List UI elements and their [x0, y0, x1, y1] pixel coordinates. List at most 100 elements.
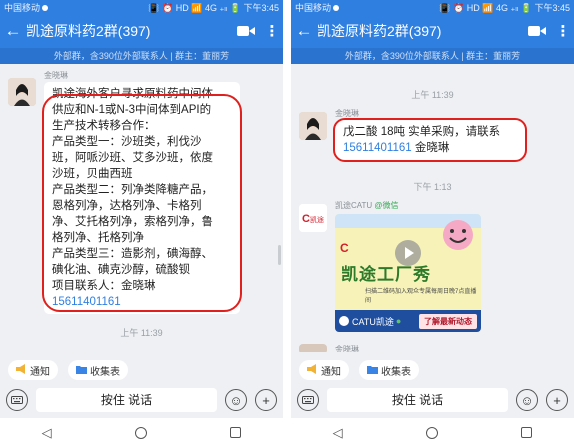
message-line: 产品类型三：造影剂，碘海醇、	[52, 248, 213, 260]
status-bar: 中国移动 📳 ⏰ HD 📶 4G ₊ₗₗ 🔋 下午3:45	[0, 0, 283, 14]
svg-text:C: C	[302, 213, 310, 225]
left-screenshot: 中国移动 📳 ⏰ HD 📶 4G ₊ₗₗ 🔋 下午3:45 ← 凯途原料药2群(…	[0, 0, 283, 447]
quick-actions: 通知 收集表	[0, 358, 283, 382]
message-bubble[interactable]: 戊二酸 18吨 实单采购，请联系 15611401161 金晓琳	[335, 120, 525, 160]
verified-icon: ●	[395, 316, 402, 326]
svg-text:C: C	[340, 241, 349, 255]
channel-icon	[339, 316, 349, 326]
catu-sender: 凯途CATU	[335, 201, 373, 210]
timestamp: 上午 11:39	[120, 328, 163, 338]
card-banner: 凯途工厂秀	[341, 265, 431, 284]
catu-mini-logo-icon: C	[340, 241, 349, 255]
megaphone-icon	[16, 363, 27, 377]
sender-name: 金晓琳	[44, 71, 68, 80]
plus-icon[interactable]: +	[255, 389, 277, 411]
message-bubble[interactable]: 凯途海外客户寻求原料药中间体 供应和N-1或N-3中间体到API的 生产技术转移…	[44, 82, 240, 314]
notification-dot-icon	[333, 5, 340, 12]
right-screenshot: 中国移动 📳 ⏰ HD 📶 4G ₊ₗₗ 🔋 下午3:45 ← 凯途原料药2群(…	[291, 0, 574, 447]
clock: 下午3:45	[243, 2, 279, 13]
card-subtext: 扫描二维码加入观众专属每周日晚7点直播间	[365, 289, 477, 304]
input-bar: 按住 说话 ☺ +	[0, 386, 283, 414]
notice-label: 通知	[30, 366, 50, 378]
input-bar: 按住 说话 ☺ +	[291, 386, 574, 414]
timestamp: 上午 11:39	[411, 90, 454, 100]
recent-apps-icon[interactable]	[230, 427, 242, 438]
app-header: ← 凯途原料药2群(397) ⋮	[291, 14, 574, 48]
timestamp: 下午 1:13	[413, 182, 452, 192]
group-subtitle: 外部群，含390位外部联系人 | 群主：董丽芳	[0, 48, 283, 64]
sender-name: 金晓琳	[335, 109, 359, 118]
message-line: 项目联系人：金晓琳	[52, 280, 156, 292]
message-line: 生产技术转移合作：	[52, 120, 156, 132]
smiley-icon	[443, 220, 473, 250]
video-call-icon[interactable]	[231, 25, 261, 37]
avatar[interactable]	[8, 78, 36, 106]
message-line: 沙班，贝曲西班	[52, 168, 133, 180]
carrier-label: 中国移动	[295, 2, 332, 13]
sender-name: 凯途CATU @微信	[335, 200, 399, 211]
group-title: 凯途原料药2群(397)	[317, 23, 442, 39]
form-label: 收集表	[90, 366, 120, 378]
card-footer: CATU凯途 ● 了解最新动态	[335, 310, 481, 332]
megaphone-icon	[307, 363, 318, 377]
recent-apps-icon[interactable]	[521, 427, 533, 438]
card-thumbnail: C 凯途工厂秀 扫描二维码加入观众专属每周日晚7点直播间	[335, 214, 481, 310]
notice-label: 通知	[321, 366, 341, 378]
message-line: 供应和N-1或N-3中间体到API的	[52, 104, 212, 116]
back-nav-icon[interactable]: ◁	[333, 425, 343, 441]
notification-dot-icon	[42, 5, 49, 12]
status-icons: 📳 ⏰ HD 📶 4G ₊ₗₗ 🔋	[439, 2, 532, 13]
folder-icon	[367, 364, 378, 377]
message-line: 净、艾托格列净，索格列净，鲁	[52, 216, 213, 228]
emoji-icon[interactable]: ☺	[225, 389, 247, 411]
group-subtitle: 外部群，含390位外部联系人 | 群主：董丽芳	[291, 48, 574, 64]
back-arrow-icon[interactable]: ←	[0, 21, 26, 41]
hold-to-talk-button[interactable]: 按住 说话	[36, 388, 217, 412]
message-suffix: 金晓琳	[411, 142, 450, 154]
home-nav-icon[interactable]	[425, 426, 438, 439]
form-chip[interactable]: 收集表	[359, 360, 419, 380]
system-nav-bar: ◁	[291, 418, 574, 447]
clock: 下午3:45	[534, 2, 570, 13]
back-nav-icon[interactable]: ◁	[42, 425, 52, 441]
message-line: 班，阿哌沙班、艾多沙班，依度	[52, 152, 213, 164]
message-line: 戊二酸 18吨 实单采购，请联系	[343, 126, 501, 138]
video-link-card[interactable]: C 凯途工厂秀 扫描二维码加入观众专属每周日晚7点直播间 CATU凯途 ● 了解…	[335, 214, 481, 332]
keyboard-icon[interactable]	[297, 389, 319, 411]
quick-actions: 通知 收集表	[291, 358, 574, 382]
card-channel: CATU凯途	[352, 316, 394, 327]
svg-text:凯途: 凯途	[310, 215, 324, 224]
phone-link[interactable]: 15611401161	[343, 142, 412, 154]
back-arrow-icon[interactable]: ←	[291, 21, 317, 41]
form-label: 收集表	[381, 366, 411, 378]
divider	[283, 0, 291, 447]
avatar[interactable]	[299, 344, 327, 352]
group-title: 凯途原料药2群(397)	[26, 23, 151, 39]
more-options-icon[interactable]: ⋮	[552, 22, 574, 40]
emoji-icon[interactable]: ☺	[516, 389, 538, 411]
folder-icon	[76, 364, 87, 377]
learn-more-button[interactable]: 了解最新动态	[419, 313, 477, 329]
hold-to-talk-button[interactable]: 按住 说话	[327, 388, 508, 412]
message-line: 格列净、托格列净	[52, 232, 144, 244]
wechat-source: @微信	[374, 201, 399, 210]
status-bar: 中国移动 📳 ⏰ HD 📶 4G ₊ₗₗ 🔋 下午3:45	[291, 0, 574, 14]
keyboard-icon[interactable]	[6, 389, 28, 411]
form-chip[interactable]: 收集表	[68, 360, 128, 380]
carrier-label: 中国移动	[4, 2, 41, 13]
avatar[interactable]	[299, 112, 327, 140]
status-icons: 📳 ⏰ HD 📶 4G ₊ₗₗ 🔋	[148, 2, 241, 13]
scroll-indicator[interactable]	[278, 245, 281, 265]
chat-area[interactable]: 上午 11:39 金晓琳 戊二酸 18吨 实单采购，请联系 1561140116…	[291, 64, 574, 352]
video-call-icon[interactable]	[522, 25, 552, 37]
home-nav-icon[interactable]	[134, 426, 147, 439]
message-line: 凯途海外客户寻求原料药中间体	[52, 88, 213, 100]
catu-logo-avatar[interactable]: C 凯途	[299, 204, 327, 232]
notice-chip[interactable]: 通知	[299, 360, 349, 380]
more-options-icon[interactable]: ⋮	[261, 22, 283, 40]
plus-icon[interactable]: +	[546, 389, 568, 411]
notice-chip[interactable]: 通知	[8, 360, 58, 380]
chat-area[interactable]: 金晓琳 凯途海外客户寻求原料药中间体 供应和N-1或N-3中间体到API的 生产…	[0, 64, 283, 352]
phone-link[interactable]: 15611401161	[52, 294, 232, 310]
message-line: 产品类型一：沙班类，利伐沙	[52, 136, 202, 148]
